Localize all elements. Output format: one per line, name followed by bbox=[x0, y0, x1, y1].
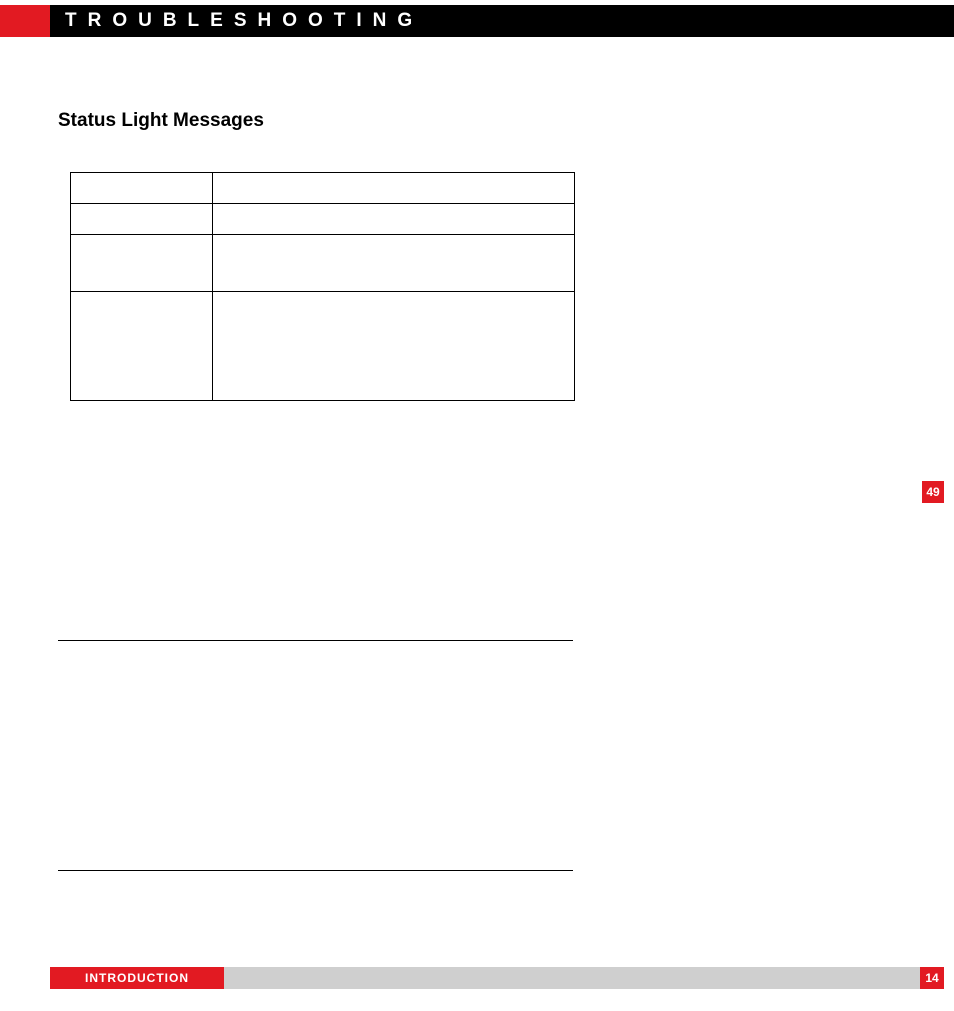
table-row bbox=[71, 173, 575, 204]
table-cell bbox=[71, 204, 213, 235]
horizontal-rule bbox=[58, 870, 573, 871]
table-cell bbox=[212, 173, 574, 204]
page-header-title: TROUBLESHOOTING bbox=[65, 5, 423, 37]
side-page-tab: 49 bbox=[922, 481, 944, 503]
table-cell bbox=[212, 235, 574, 292]
table-row bbox=[71, 235, 575, 292]
status-table bbox=[70, 172, 575, 401]
table-row bbox=[71, 292, 575, 401]
table-cell bbox=[71, 235, 213, 292]
table-row bbox=[71, 204, 575, 235]
table-cell bbox=[71, 173, 213, 204]
footer-page-number: 14 bbox=[920, 967, 944, 989]
table-cell bbox=[71, 292, 213, 401]
footer-section-label: INTRODUCTION bbox=[50, 967, 224, 989]
header-accent bbox=[0, 5, 50, 37]
table-cell bbox=[212, 292, 574, 401]
section-title: Status Light Messages bbox=[58, 110, 578, 132]
table-cell bbox=[212, 204, 574, 235]
content-area: Status Light Messages bbox=[58, 110, 578, 401]
footer-bar: INTRODUCTION 14 bbox=[0, 967, 954, 989]
footer-strip bbox=[224, 967, 921, 989]
horizontal-rule bbox=[58, 640, 573, 641]
